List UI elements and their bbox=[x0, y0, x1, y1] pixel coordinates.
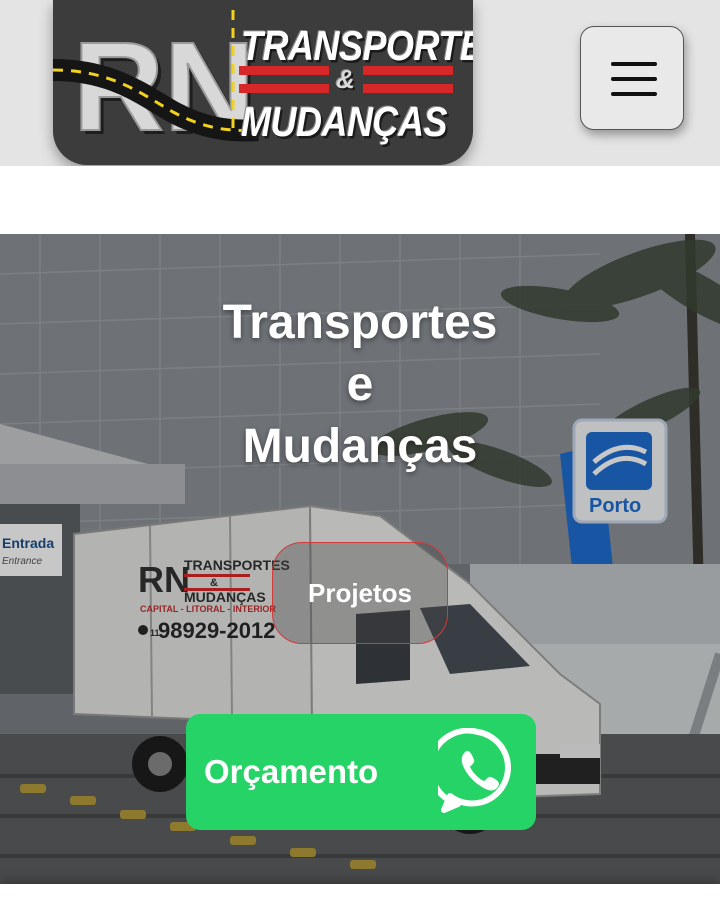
whatsapp-icon bbox=[427, 727, 518, 819]
projects-button[interactable]: Projetos bbox=[272, 542, 448, 644]
page-bottom-strip bbox=[0, 884, 720, 921]
logo-text-ampersand: & bbox=[336, 64, 355, 94]
hero-title-line-3: Mudanças bbox=[242, 420, 478, 473]
quote-whatsapp-button[interactable]: Orçamento bbox=[186, 714, 536, 830]
header-spacer bbox=[0, 166, 720, 234]
hero-section: Entrada Entrance Porto RN TRANSPORTES & … bbox=[0, 234, 720, 884]
logo-text-mudancas: MUDANÇAS bbox=[241, 98, 448, 146]
hero-title-line-1: Transportes bbox=[222, 296, 498, 349]
site-header: RN RN TRANSPORTES & MUDANÇAS bbox=[0, 0, 720, 166]
company-logo[interactable]: RN RN TRANSPORTES & MUDANÇAS bbox=[53, 0, 473, 165]
menu-toggle-button[interactable] bbox=[580, 26, 684, 130]
hero-title-line-2: e bbox=[346, 358, 374, 411]
logo-text-transportes: TRANSPORTES bbox=[241, 22, 473, 70]
hero-title: Transportes e Mudanças bbox=[160, 292, 560, 478]
quote-button-label: Orçamento bbox=[204, 753, 379, 790]
